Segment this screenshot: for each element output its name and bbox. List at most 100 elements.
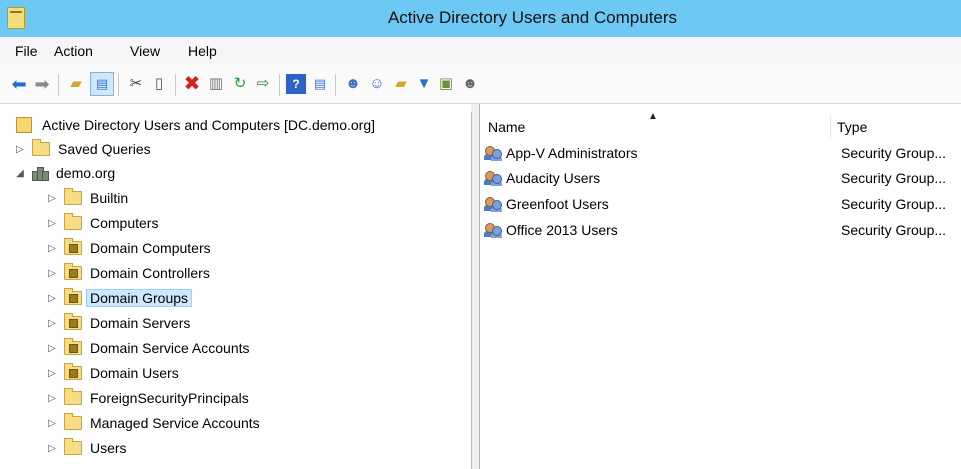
tree-item-label: Builtin	[90, 190, 129, 206]
list-item[interactable]: Office 2013 Users Security Group...	[484, 219, 961, 241]
folder-icon	[32, 139, 50, 156]
help-icon[interactable]: ?	[286, 74, 306, 94]
expand-icon[interactable]: ▷	[46, 212, 58, 234]
find-icon[interactable]: ▣	[436, 74, 456, 94]
column-header-type[interactable]: Type	[837, 116, 867, 138]
expand-icon[interactable]: ▷	[46, 237, 58, 259]
list-item[interactable]: App-V Administrators Security Group...	[484, 142, 961, 164]
title-bar: Active Directory Users and Computers	[0, 0, 961, 38]
forward-icon[interactable]: ➡	[32, 74, 52, 94]
menu-help[interactable]: Help	[188, 43, 217, 59]
cut-icon[interactable]: ✂	[126, 74, 146, 94]
group-name: App-V Administrators	[506, 145, 638, 161]
group-name: Greenfoot Users	[506, 196, 609, 212]
column-header-name[interactable]: Name	[488, 116, 525, 138]
folder-icon	[64, 413, 82, 430]
folder-icon	[64, 388, 82, 405]
tree-item-label: Domain Controllers	[90, 265, 210, 281]
tree-item-domain-users[interactable]: ▷ Domain Users	[46, 362, 179, 384]
list-item[interactable]: Greenfoot Users Security Group...	[484, 193, 961, 215]
pane-splitter[interactable]	[471, 104, 479, 469]
refresh-icon[interactable]: ↻	[230, 74, 250, 94]
group-type: Security Group...	[841, 145, 947, 161]
tree-item-domain[interactable]: ◢ demo.org	[14, 162, 115, 184]
tree-item-domain-groups[interactable]: ▷ Domain Groups	[46, 287, 193, 309]
expand-icon[interactable]: ▷	[46, 287, 58, 309]
delete-icon[interactable]: ✖	[182, 74, 202, 94]
toolbar: ⬅ ➡ ▰ ▤ ✂ ▯ ✖ ▥ ↻ ⇨ ? ▤ ☻ ☺ ▰ ▼ ▣ ☻	[0, 64, 961, 104]
tree-item-users[interactable]: ▷ Users	[46, 437, 127, 459]
group-type: Security Group...	[841, 196, 947, 212]
tree-item-builtin[interactable]: ▷ Builtin	[46, 187, 128, 209]
results-list: ▲ Name Type App-V Administrators Securit…	[479, 104, 961, 469]
tree-item-label: demo.org	[56, 165, 116, 181]
menu-bar: File Action View Help	[0, 37, 961, 65]
expand-icon[interactable]: ▷	[46, 312, 58, 334]
domain-icon	[32, 165, 49, 181]
expand-icon[interactable]: ▷	[46, 187, 58, 209]
tree-item-managed-service-accounts[interactable]: ▷ Managed Service Accounts	[46, 412, 260, 434]
tree-item-domain-servers[interactable]: ▷ Domain Servers	[46, 312, 190, 334]
toolbar-separator	[279, 74, 280, 96]
console-tree: Active Directory Users and Computers [DC…	[8, 112, 472, 469]
toolbar-separator	[175, 74, 176, 96]
expand-icon[interactable]: ▷	[46, 437, 58, 459]
show-hide-console-tree-icon[interactable]: ▤	[90, 72, 114, 96]
security-group-icon	[484, 145, 502, 161]
expand-icon[interactable]: ▷	[46, 412, 58, 434]
tree-item-domain-computers[interactable]: ▷ Domain Computers	[46, 237, 211, 259]
folder-icon	[64, 438, 82, 455]
new-user-icon[interactable]: ☻	[343, 74, 363, 94]
expand-icon[interactable]: ▷	[46, 387, 58, 409]
add-to-group-icon[interactable]: ☻	[460, 74, 480, 94]
aduc-root-icon	[16, 117, 32, 133]
expand-icon[interactable]: ▷	[46, 262, 58, 284]
tree-item-label: Saved Queries	[58, 141, 151, 157]
tree-item-label-selected: Domain Groups	[86, 289, 193, 307]
tree-item-label: ForeignSecurityPrincipals	[90, 390, 249, 406]
group-name: Audacity Users	[506, 170, 601, 186]
collapse-icon[interactable]: ◢	[14, 162, 26, 184]
tree-item-computers[interactable]: ▷ Computers	[46, 212, 158, 234]
filter-icon[interactable]: ▼	[414, 74, 434, 94]
expand-icon[interactable]: ▷	[14, 138, 26, 160]
new-ou-icon[interactable]: ▰	[391, 74, 411, 94]
tree-root[interactable]: Active Directory Users and Computers [DC…	[14, 114, 375, 136]
menu-action[interactable]: Action	[54, 43, 93, 59]
tree-item-foreign-security-principals[interactable]: ▷ ForeignSecurityPrincipals	[46, 387, 249, 409]
export-list-icon[interactable]: ⇨	[253, 74, 273, 94]
security-group-icon	[484, 170, 502, 186]
ou-folder-icon	[64, 313, 82, 330]
column-divider[interactable]	[830, 116, 831, 138]
show-hide-action-pane-icon[interactable]: ▤	[310, 74, 330, 94]
security-group-icon	[484, 196, 502, 212]
expand-icon[interactable]: ▷	[46, 362, 58, 384]
ou-folder-icon	[64, 238, 82, 255]
up-one-level-icon[interactable]: ▰	[66, 74, 86, 94]
expand-icon[interactable]: ▷	[46, 337, 58, 359]
folder-icon	[64, 213, 82, 230]
folder-icon	[64, 188, 82, 205]
tree-item-label: Users	[90, 440, 127, 456]
window-title: Active Directory Users and Computers	[387, 8, 678, 27]
menu-file[interactable]: File	[15, 43, 38, 59]
menu-view[interactable]: View	[130, 43, 160, 59]
tree-item-domain-controllers[interactable]: ▷ Domain Controllers	[46, 262, 210, 284]
tree-item-label: Domain Computers	[90, 240, 211, 256]
tree-root-label: Active Directory Users and Computers [DC…	[42, 117, 375, 133]
tree-item-label: Managed Service Accounts	[90, 415, 260, 431]
tree-item-label: Domain Service Accounts	[90, 340, 250, 356]
sort-ascending-icon: ▲	[648, 111, 658, 122]
tree-item-label: Domain Users	[90, 365, 179, 381]
properties-icon[interactable]: ▥	[206, 74, 226, 94]
list-item[interactable]: Audacity Users Security Group...	[484, 167, 961, 189]
tree-item-saved-queries[interactable]: ▷ Saved Queries	[14, 138, 151, 160]
new-group-icon[interactable]: ☺	[367, 74, 387, 94]
toolbar-separator	[335, 74, 336, 96]
ou-folder-icon	[64, 363, 82, 380]
paste-icon[interactable]: ▯	[149, 74, 169, 94]
tree-item-label: Domain Servers	[90, 315, 191, 331]
toolbar-separator	[118, 74, 119, 96]
back-icon[interactable]: ⬅	[9, 74, 29, 94]
tree-item-domain-service-accounts[interactable]: ▷ Domain Service Accounts	[46, 337, 250, 359]
